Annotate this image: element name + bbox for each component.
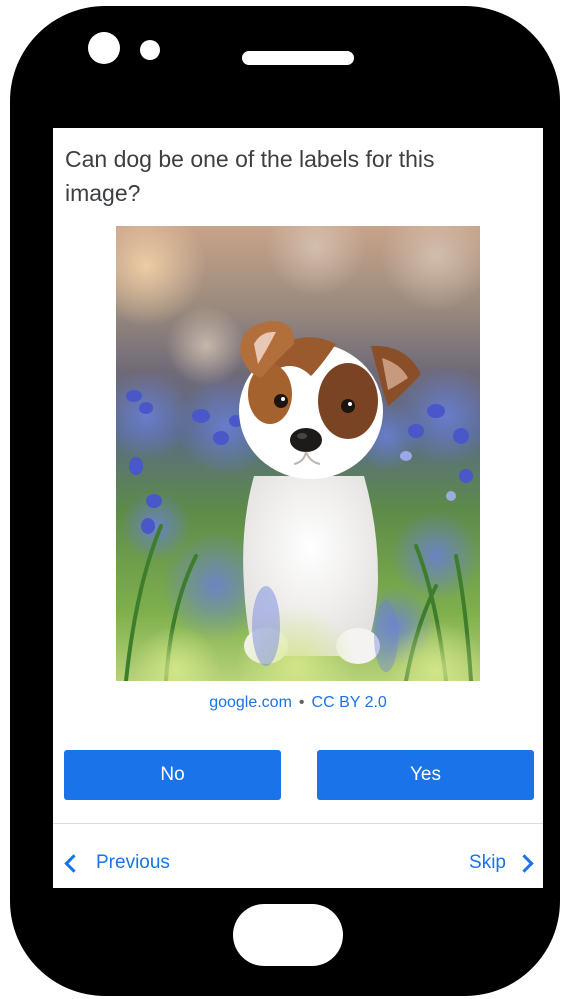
skip-button[interactable]: Skip [469,852,535,874]
divider [53,823,543,824]
previous-label: Previous [96,852,170,873]
earpiece-speaker [242,51,354,65]
no-button[interactable]: No [64,750,281,800]
attribution-source-link[interactable]: google.com [209,694,292,711]
app-screen: Can dog be one of the labels for this im… [53,128,543,888]
front-camera-icon [88,32,120,64]
chevron-right-icon [515,853,534,873]
home-button[interactable] [233,904,343,966]
attribution-license-link[interactable]: CC BY 2.0 [312,694,387,711]
image-attribution: google.com • CC BY 2.0 [53,694,543,712]
skip-label: Skip [469,852,506,873]
chevron-left-icon [64,853,83,873]
puppy-photo [116,226,480,681]
phone-frame: Can dog be one of the labels for this im… [10,6,560,996]
yes-button[interactable]: Yes [317,750,534,800]
question-text: Can dog be one of the labels for this im… [65,146,435,206]
sensor-icon [140,40,160,60]
attribution-separator: • [298,694,305,711]
canvas: Can dog be one of the labels for this im… [0,0,562,999]
previous-button[interactable]: Previous [63,852,170,874]
